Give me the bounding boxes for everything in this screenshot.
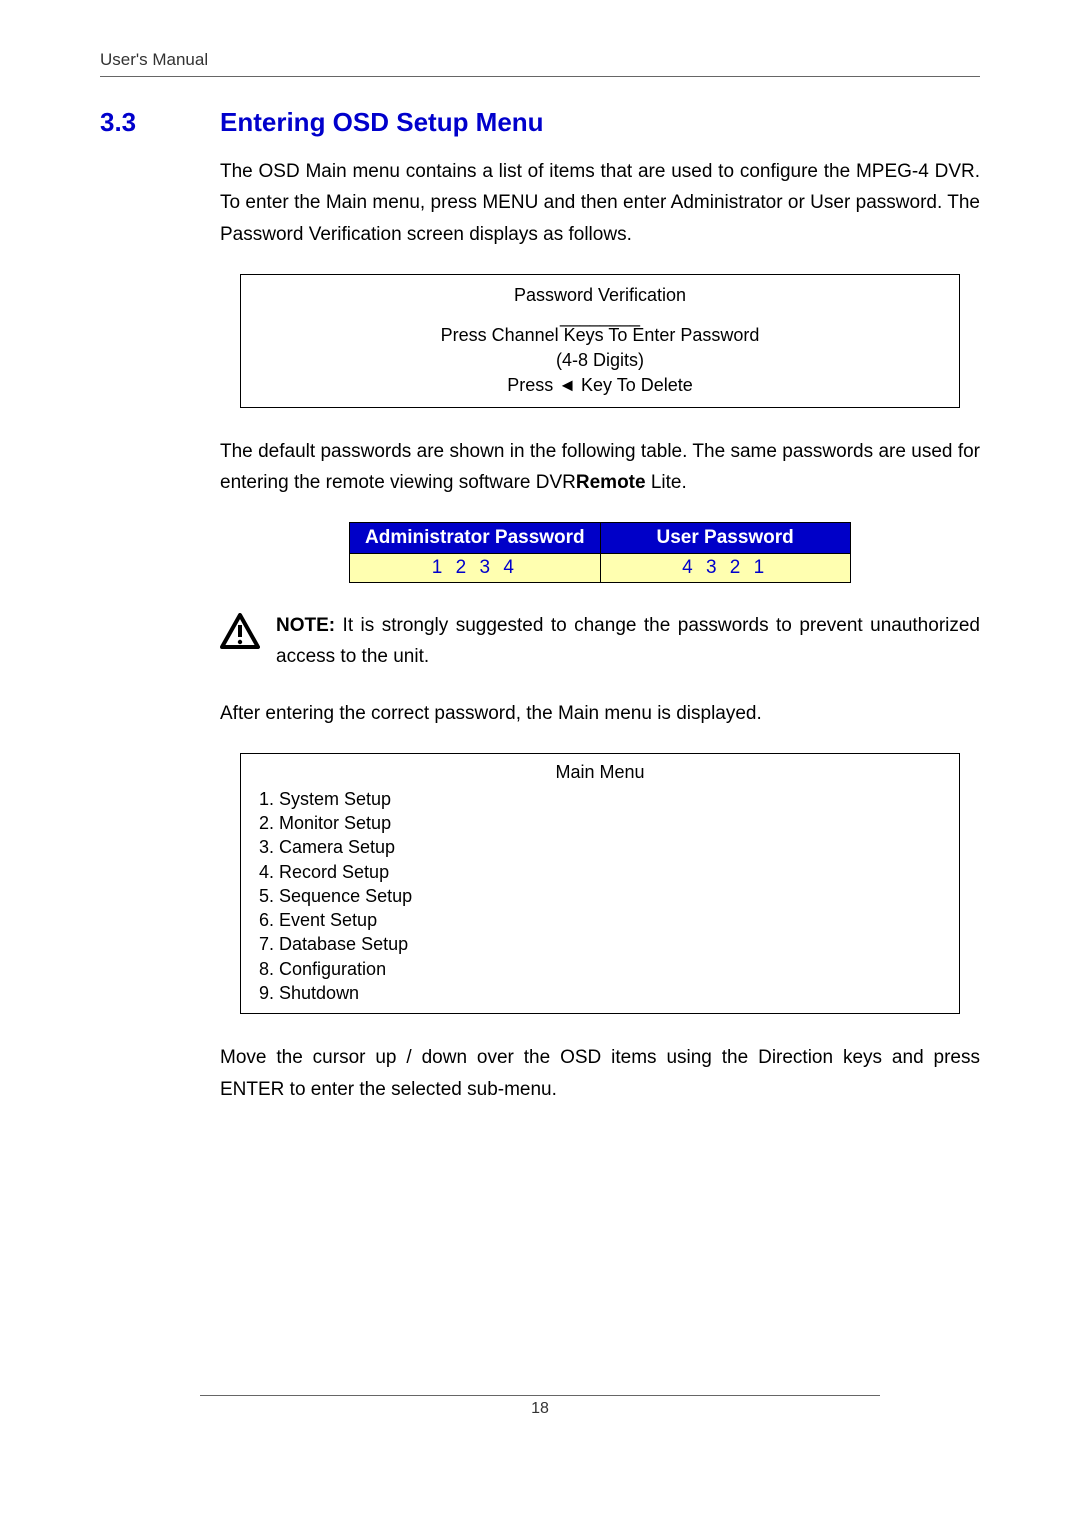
pw-box-line2: (4-8 Digits) — [259, 348, 941, 373]
main-menu-title: Main Menu — [259, 760, 941, 784]
content-block: The OSD Main menu contains a list of ite… — [220, 156, 980, 1105]
section-number: 3.3 — [100, 107, 220, 138]
document-header: User's Manual — [100, 50, 980, 77]
pw-table-header-admin: Administrator Password — [350, 523, 600, 554]
menu-item: 8. Configuration — [259, 957, 941, 981]
menu-item: 2. Monitor Setup — [259, 811, 941, 835]
menu-item: 3. Camera Setup — [259, 835, 941, 859]
after-pw-paragraph: After entering the correct password, the… — [220, 698, 980, 729]
menu-item: 4. Record Setup — [259, 860, 941, 884]
pw-box-title: Password Verification — [259, 283, 941, 308]
page-number: 18 — [531, 1400, 549, 1417]
move-cursor-paragraph: Move the cursor up / down over the OSD i… — [220, 1042, 980, 1105]
menu-item: 9. Shutdown — [259, 981, 941, 1005]
pw-box-line3: Press ◄ Key To Delete — [259, 373, 941, 398]
password-table: Administrator Password User Password 1 2… — [349, 522, 851, 583]
note-body: It is strongly suggested to change the p… — [276, 615, 980, 666]
menu-item: 1. System Setup — [259, 787, 941, 811]
defaults-bold: Remote — [576, 472, 646, 493]
defaults-paragraph: The default passwords are shown in the f… — [220, 436, 980, 499]
section-title: Entering OSD Setup Menu — [220, 107, 544, 138]
menu-item: 6. Event Setup — [259, 908, 941, 932]
note-block: NOTE: It is strongly suggested to change… — [220, 611, 980, 672]
defaults-post: Lite. — [646, 472, 687, 493]
note-text: NOTE: It is strongly suggested to change… — [276, 611, 980, 672]
main-menu-box: Main Menu 1. System Setup 2. Monitor Set… — [240, 753, 960, 1014]
pw-box-line1: Press Channel Keys To Enter Password — [259, 323, 941, 348]
pw-box-underscore: ________ — [259, 312, 941, 323]
warning-icon — [220, 613, 262, 654]
note-label: NOTE: — [276, 615, 335, 636]
menu-item: 7. Database Setup — [259, 932, 941, 956]
main-menu-list: 1. System Setup 2. Monitor Setup 3. Came… — [259, 787, 941, 1006]
pw-table-header-user: User Password — [600, 523, 850, 554]
page-footer: 18 — [200, 1395, 880, 1418]
intro-paragraph: The OSD Main menu contains a list of ite… — [220, 156, 980, 250]
pw-table-value-user: 4 3 2 1 — [600, 554, 850, 583]
password-verification-box: Password Verification ________ Press Cha… — [240, 274, 960, 408]
menu-item: 5. Sequence Setup — [259, 884, 941, 908]
section-heading: 3.3 Entering OSD Setup Menu — [100, 107, 980, 138]
pw-table-value-admin: 1 2 3 4 — [350, 554, 600, 583]
